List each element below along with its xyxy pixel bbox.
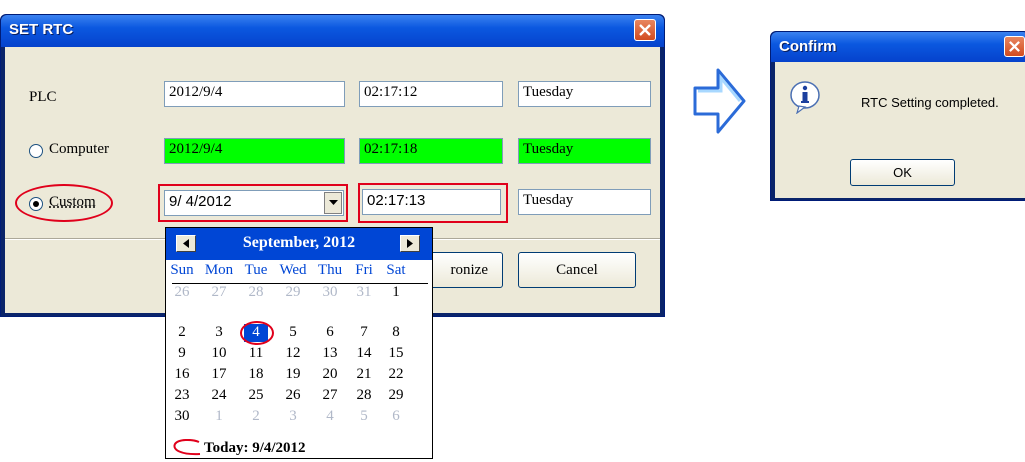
weekday-mon: Mon <box>204 262 234 278</box>
dropdown-arrow-icon <box>328 200 338 205</box>
close-icon <box>639 24 651 36</box>
info-icon-wrap <box>789 80 821 115</box>
calendar-day[interactable]: 23 <box>167 387 197 404</box>
today-marker-icon <box>173 438 201 456</box>
calendar-day[interactable]: 8 <box>381 324 411 341</box>
prev-month-button[interactable] <box>176 235 196 252</box>
close-button[interactable] <box>634 19 656 41</box>
info-icon <box>790 81 820 115</box>
confirm-message: RTC Setting completed. <box>861 95 999 110</box>
cancel-label: Cancel <box>556 261 598 278</box>
calendar-day[interactable]: 11 <box>241 345 271 362</box>
calendar-dropdown: September, 2012 Sun Mon Tue Wed Thu Fri … <box>165 227 433 459</box>
weekday-tue: Tue <box>244 262 268 278</box>
synchronize-label: ronize <box>450 261 488 278</box>
computer-label[interactable]: Computer <box>49 141 109 158</box>
weekday-fri: Fri <box>355 262 373 278</box>
custom-label[interactable]: Custom <box>49 194 96 211</box>
calendar-day[interactable]: 29 <box>278 284 308 301</box>
plc-time-field: 02:17:12 <box>359 81 503 107</box>
flow-arrow <box>692 66 748 136</box>
custom-date-value: 9/ 4/2012 <box>169 193 232 210</box>
next-month-icon <box>407 239 413 248</box>
calendar-day[interactable]: 29 <box>381 387 411 404</box>
computer-radio[interactable] <box>29 144 43 158</box>
confirm-body: RTC Setting completed. OK <box>775 62 1025 198</box>
calendar-day[interactable]: 12 <box>278 345 308 362</box>
calendar-day[interactable]: 30 <box>167 408 197 425</box>
calendar-day[interactable]: 26 <box>278 387 308 404</box>
calendar-day[interactable]: 9 <box>167 345 197 362</box>
calendar-day[interactable]: 21 <box>349 366 379 383</box>
custom-weekday-field: Tuesday <box>518 189 651 215</box>
calendar-day[interactable]: 17 <box>204 366 234 383</box>
calendar-day-grid: 26 27 28 29 30 31 1 2 3 4 5 6 7 8 9 10 11 12 13 14 15 16 17 18 1… <box>166 284 432 435</box>
computer-weekday-field: Tuesday <box>518 138 651 164</box>
plc-date-field: 2012/9/4 <box>164 81 345 107</box>
plc-weekday-field: Tuesday <box>518 81 651 107</box>
calendar-day[interactable]: 28 <box>349 387 379 404</box>
cancel-button[interactable]: Cancel <box>518 252 636 288</box>
weekday-sun: Sun <box>170 262 194 278</box>
calendar-day[interactable]: 13 <box>315 345 345 362</box>
calendar-day[interactable]: 1 <box>204 408 234 425</box>
calendar-day[interactable]: 4 <box>315 408 345 425</box>
ok-label: OK <box>893 165 912 180</box>
calendar-day[interactable]: 20 <box>315 366 345 383</box>
date-dropdown-button[interactable] <box>324 192 342 214</box>
calendar-day[interactable]: 3 <box>278 408 308 425</box>
calendar-day[interactable]: 22 <box>381 366 411 383</box>
custom-date-picker[interactable]: 9/ 4/2012 <box>164 190 344 216</box>
today-marker <box>172 438 202 457</box>
calendar-day[interactable]: 5 <box>278 324 308 341</box>
calendar-day[interactable]: 2 <box>167 324 197 341</box>
calendar-day[interactable]: 28 <box>241 284 271 301</box>
window-title: SET RTC <box>9 21 74 38</box>
weekday-sat: Sat <box>386 262 406 278</box>
confirm-titlebar[interactable]: Confirm <box>771 32 1025 62</box>
computer-date-field: 2012/9/4 <box>164 138 345 164</box>
calendar-day[interactable]: 26 <box>167 284 197 301</box>
calendar-day-selected[interactable]: 4 <box>241 324 271 341</box>
calendar-day[interactable]: 31 <box>349 284 379 301</box>
confirm-title: Confirm <box>779 38 837 55</box>
calendar-day[interactable]: 1 <box>381 284 411 301</box>
calendar-day[interactable]: 2 <box>241 408 271 425</box>
calendar-day[interactable]: 27 <box>315 387 345 404</box>
custom-radio[interactable] <box>29 197 43 211</box>
next-month-button[interactable] <box>400 235 420 252</box>
calendar-day[interactable]: 6 <box>381 408 411 425</box>
calendar-day[interactable]: 24 <box>204 387 234 404</box>
calendar-day[interactable]: 14 <box>349 345 379 362</box>
calendar-day[interactable]: 18 <box>241 366 271 383</box>
calendar-day[interactable]: 30 <box>315 284 345 301</box>
today-label[interactable]: Today: 9/4/2012 <box>204 440 306 457</box>
computer-time-field: 02:17:18 <box>359 138 503 164</box>
prev-month-icon <box>183 239 189 248</box>
calendar-day[interactable]: 3 <box>204 324 234 341</box>
calendar-day[interactable]: 27 <box>204 284 234 301</box>
calendar-header: September, 2012 <box>166 228 432 260</box>
calendar-day[interactable]: 19 <box>278 366 308 383</box>
confirm-dialog: Confirm RTC Setting completed. OK <box>770 31 1025 201</box>
set-rtc-titlebar[interactable]: SET RTC <box>1 15 664 47</box>
weekday-thu: Thu <box>317 262 343 278</box>
calendar-day[interactable]: 25 <box>241 387 271 404</box>
weekday-wed: Wed <box>279 262 307 278</box>
ok-button[interactable]: OK <box>850 159 955 186</box>
confirm-close-button[interactable] <box>1004 36 1025 57</box>
calendar-day[interactable]: 15 <box>381 345 411 362</box>
calendar-month-label: September, 2012 <box>242 234 356 251</box>
calendar-day[interactable]: 16 <box>167 366 197 383</box>
plc-label: PLC <box>29 89 57 105</box>
calendar-day[interactable]: 7 <box>349 324 379 341</box>
calendar-day[interactable]: 6 <box>315 324 345 341</box>
custom-time-field[interactable]: 02:17:13 <box>362 189 501 215</box>
calendar-day[interactable]: 10 <box>204 345 234 362</box>
close-icon <box>1009 41 1020 52</box>
weekday-header: Sun Mon Tue Wed Thu Fri Sat <box>166 262 432 282</box>
calendar-day[interactable]: 5 <box>349 408 379 425</box>
right-arrow-icon <box>693 68 746 134</box>
